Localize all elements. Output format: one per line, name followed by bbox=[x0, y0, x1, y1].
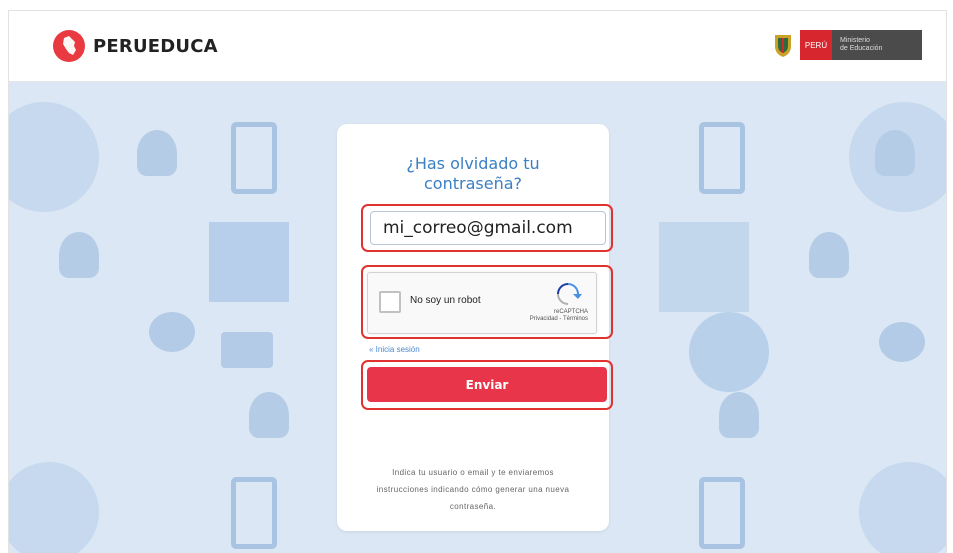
ministry-line1: Ministerio bbox=[840, 37, 870, 44]
submit-button[interactable]: Enviar bbox=[367, 367, 607, 402]
captcha-label: No soy un robot bbox=[410, 295, 481, 306]
browser-frame: PERUEDUCA PERÚ Ministerio de Educación ¿… bbox=[8, 10, 947, 553]
peru-map-icon bbox=[53, 30, 85, 62]
bg-person-icon bbox=[137, 130, 177, 176]
page-title: ¿Has olvidado tu contraseña? bbox=[337, 154, 609, 194]
email-field[interactable] bbox=[370, 211, 606, 245]
recaptcha-terms[interactable]: Privacidad - Términos bbox=[530, 316, 588, 323]
title-line1: ¿Has olvidado tu bbox=[406, 154, 540, 173]
peru-label: PERÚ bbox=[800, 30, 832, 60]
bg-person-icon bbox=[59, 232, 99, 278]
bg-tablet-icon bbox=[699, 122, 745, 194]
captcha-checkbox[interactable] bbox=[379, 291, 401, 313]
bg-person-icon bbox=[249, 392, 289, 438]
bg-circle bbox=[859, 462, 946, 553]
bg-palette-icon bbox=[149, 312, 195, 352]
bg-palette-icon bbox=[879, 322, 925, 362]
bg-circle bbox=[9, 462, 99, 553]
perueduca-logo[interactable]: PERUEDUCA bbox=[53, 30, 218, 62]
title-line2: contraseña? bbox=[424, 174, 522, 193]
bg-circle bbox=[9, 102, 99, 212]
site-header: PERUEDUCA PERÚ Ministerio de Educación bbox=[9, 11, 946, 82]
ministry-logo[interactable]: PERÚ Ministerio de Educación bbox=[772, 30, 922, 60]
bg-square bbox=[209, 222, 289, 302]
recaptcha-widget: No soy un robot reCAPTCHA Privacidad - T… bbox=[367, 272, 597, 334]
bg-person-icon bbox=[719, 392, 759, 438]
ministry-label: Ministerio de Educación bbox=[832, 30, 922, 60]
bg-square bbox=[659, 222, 749, 312]
bg-tablet-icon bbox=[231, 477, 277, 549]
recaptcha-brand-name: reCAPTCHA bbox=[553, 309, 588, 315]
bg-tablet-icon bbox=[231, 122, 277, 194]
bg-board-icon bbox=[221, 332, 273, 368]
bg-circle bbox=[689, 312, 769, 392]
bg-tablet-icon bbox=[699, 477, 745, 549]
login-link[interactable]: « Inicia sesión bbox=[369, 345, 420, 354]
bg-person-icon bbox=[875, 130, 915, 176]
brand-name: PERUEDUCA bbox=[93, 35, 218, 57]
help-text: Indica tu usuario o email y te enviaremo… bbox=[376, 468, 570, 511]
recaptcha-icon bbox=[557, 283, 582, 305]
bg-person-icon bbox=[809, 232, 849, 278]
ministry-line2: de Educación bbox=[840, 45, 883, 52]
recaptcha-brand: reCAPTCHA Privacidad - Términos bbox=[530, 309, 588, 323]
forgot-password-card: ¿Has olvidado tu contraseña? No soy un r… bbox=[337, 124, 613, 531]
coat-of-arms-icon bbox=[775, 35, 791, 57]
